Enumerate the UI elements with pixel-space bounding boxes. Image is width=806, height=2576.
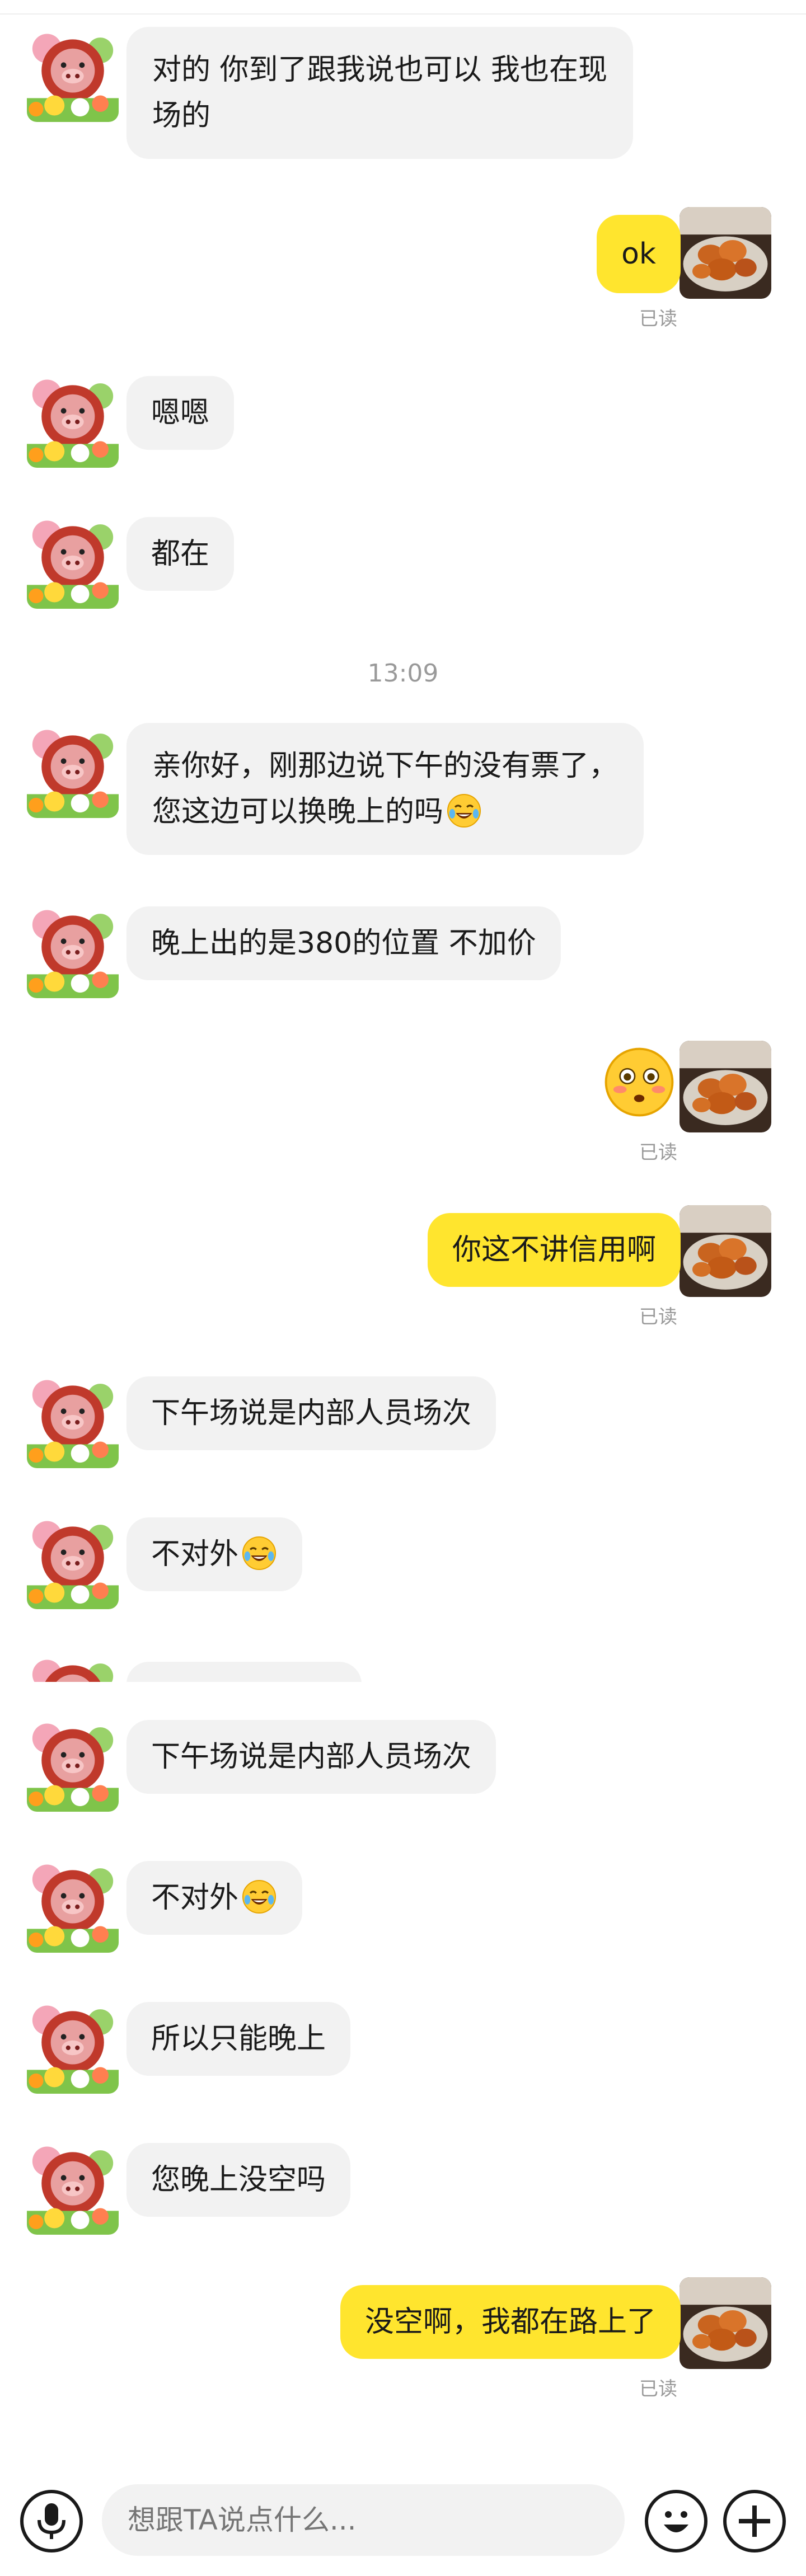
message-text: 你这不讲信用啊 [452, 1233, 656, 1267]
clipped-message-row [0, 1656, 806, 1682]
my-avatar[interactable] [680, 2277, 771, 2369]
message-text: 没空啊，我都在路上了 [364, 2305, 656, 2339]
contact-avatar[interactable] [27, 906, 119, 998]
contact-avatar[interactable] [27, 1720, 119, 1812]
my-avatar[interactable] [680, 1041, 771, 1132]
incoming-message-bubble[interactable]: 都在 [126, 517, 235, 591]
read-status: 已读 [639, 2378, 677, 2400]
incoming-message-bubble[interactable]: 不对外 [126, 1861, 303, 1935]
outgoing-message-bubble[interactable]: 你这不讲信用啊 [427, 1213, 681, 1287]
message-text: 不对外 [151, 1881, 239, 1915]
flushed-face-emoji-icon[interactable] [602, 1045, 676, 1119]
message-text: 都在 [151, 537, 210, 571]
read-status: 已读 [639, 308, 677, 330]
incoming-message-bubble[interactable]: 所以只能晚上 [126, 2002, 351, 2076]
message-text: ok [621, 237, 656, 271]
message-text: 您这边可以换晚上的吗 [152, 795, 444, 829]
contact-avatar[interactable] [27, 30, 119, 122]
emoji-icon[interactable] [645, 2490, 707, 2553]
incoming-message-bubble[interactable]: 对的 你到了跟我说也可以 我也在现 场的 [126, 27, 634, 159]
contact-avatar[interactable] [27, 2143, 119, 2235]
message-text: 不对外 [151, 1538, 239, 1571]
contact-avatar[interactable] [27, 2002, 119, 2094]
contact-avatar[interactable] [27, 726, 119, 818]
incoming-message-bubble[interactable]: 晚上出的是380的位置 不加价 [126, 906, 561, 980]
outgoing-message-bubble[interactable]: ok [597, 215, 681, 293]
incoming-message-bubble[interactable]: 您晚上没空吗 [126, 2143, 351, 2217]
read-status: 已读 [639, 1306, 677, 1328]
my-avatar[interactable] [680, 207, 771, 299]
incoming-message-bubble[interactable]: 不对外 [126, 1517, 303, 1591]
plus-icon[interactable] [723, 2490, 786, 2553]
incoming-message-bubble[interactable]: 嗯嗯 [126, 376, 235, 450]
clipped-bubble [126, 1662, 362, 1682]
message-text: 嗯嗯 [151, 396, 210, 430]
contact-avatar [27, 1656, 119, 1682]
screenshot-seam [0, 1682, 806, 1715]
crying-laughing-emoji-icon [241, 1878, 278, 1915]
my-avatar[interactable] [680, 1205, 771, 1297]
message-input-bar [0, 2473, 806, 2576]
microphone-icon[interactable] [20, 2490, 83, 2553]
message-text: 亲你好，刚那边说下午的没有票了， [152, 749, 618, 783]
message-text: 对的 你到了跟我说也可以 我也在现 [152, 53, 608, 87]
incoming-message-bubble[interactable]: 下午场说是内部人员场次 [126, 1376, 496, 1450]
contact-avatar[interactable] [27, 517, 119, 609]
contact-avatar[interactable] [27, 1517, 119, 1609]
chat-timestamp: 13:09 [367, 659, 439, 688]
crying-laughing-emoji-icon [241, 1535, 278, 1572]
message-text: 下午场说是内部人员场次 [151, 1740, 472, 1774]
message-text: 您晚上没空吗 [151, 2163, 326, 2197]
top-divider [0, 13, 806, 15]
message-text: 场的 [152, 99, 211, 133]
contact-avatar[interactable] [27, 1376, 119, 1468]
message-text: 所以只能晚上 [151, 2022, 326, 2056]
contact-avatar[interactable] [27, 1861, 119, 1953]
crying-laughing-emoji-icon [446, 792, 482, 829]
contact-avatar[interactable] [27, 376, 119, 468]
incoming-message-bubble[interactable]: 亲你好，刚那边说下午的没有票了， 您这边可以换晚上的吗 [126, 723, 644, 855]
message-text: 下午场说是内部人员场次 [151, 1397, 472, 1430]
message-text: 晚上出的是380的位置 不加价 [151, 927, 536, 960]
outgoing-message-bubble[interactable]: 没空啊，我都在路上了 [340, 2285, 681, 2359]
message-input[interactable] [102, 2484, 625, 2556]
read-status: 已读 [639, 1141, 677, 1164]
incoming-message-bubble[interactable]: 下午场说是内部人员场次 [126, 1720, 496, 1794]
